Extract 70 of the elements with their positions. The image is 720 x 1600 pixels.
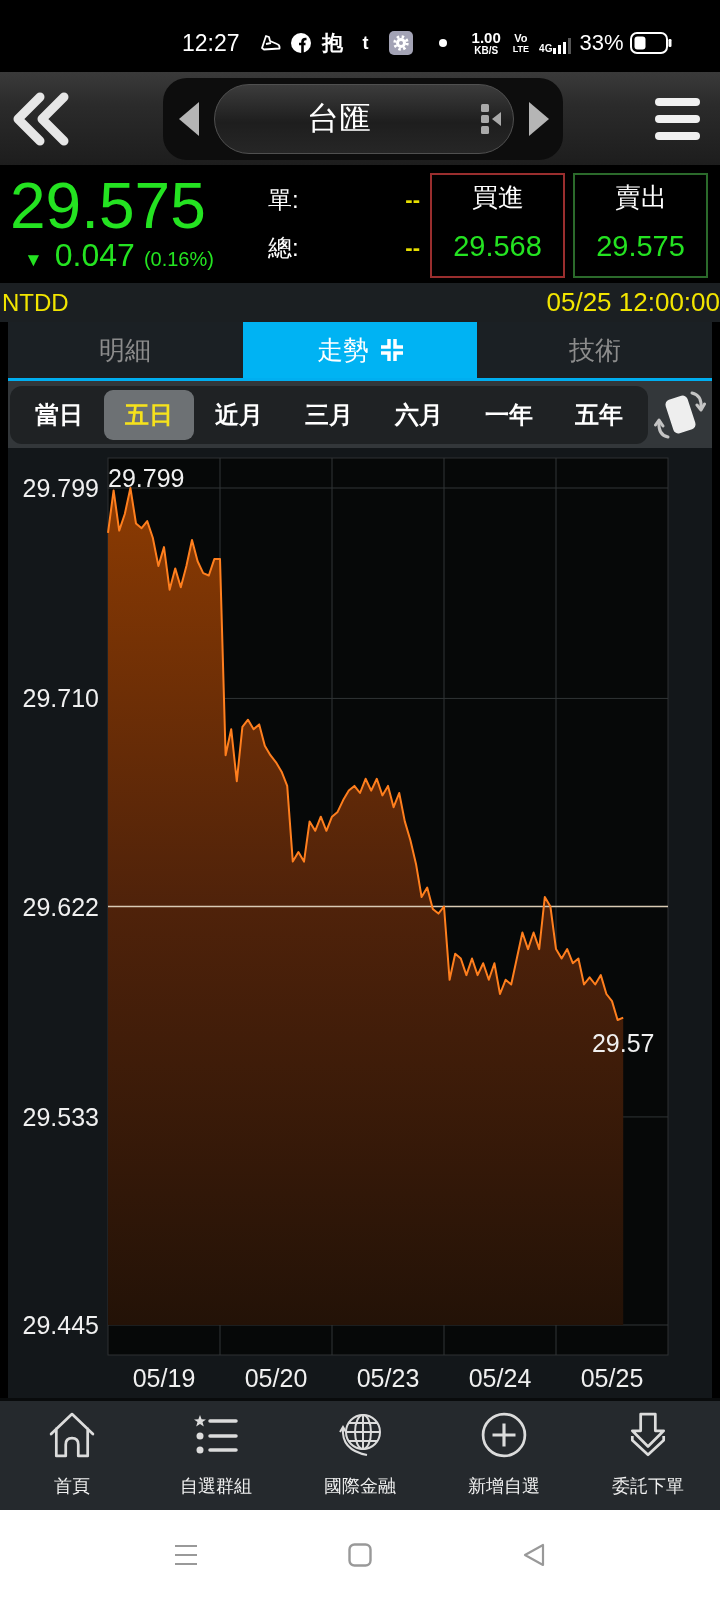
quote-time: 05/25 12:00:00 (546, 287, 720, 318)
rotate-icon[interactable] (654, 389, 706, 440)
x-axis-label: 05/24 (468, 1364, 532, 1392)
x-axis-label: 05/20 (244, 1364, 308, 1392)
menu-icon[interactable] (655, 97, 700, 140)
battery-icon (629, 32, 672, 54)
change-percent: (0.16%) (143, 248, 214, 271)
nav-button[interactable]: 委託下單 (576, 1401, 720, 1510)
recent-apps-icon[interactable] (174, 1543, 198, 1567)
period-tab[interactable]: 三月 (284, 389, 374, 440)
notification-glyph: t (362, 32, 369, 55)
price-label: 29.799 (108, 464, 185, 492)
ask-label: 賣出 (614, 181, 667, 214)
period-tab[interactable]: 六月 (374, 389, 464, 440)
period-tab[interactable]: 近月 (194, 389, 284, 440)
price-change: 0.047 (54, 238, 135, 272)
last-price: 29.575 (10, 174, 206, 238)
list-icon (480, 103, 501, 134)
bid-price: 29.568 (453, 229, 542, 264)
clock-time: 12:27 (182, 29, 240, 57)
signal-icon (553, 38, 572, 54)
stat-value: -- (405, 187, 420, 213)
collapse-icon (381, 339, 403, 361)
battery-percent: 33% (579, 30, 624, 56)
x-axis-label: 05/23 (356, 1364, 420, 1392)
plus-circle-icon (481, 1412, 527, 1458)
house-icon (49, 1412, 95, 1458)
period-tab[interactable]: 一年 (464, 389, 554, 440)
price-label: 29.57 (591, 1028, 655, 1057)
volte-label: Vo (514, 32, 528, 44)
nav-button[interactable]: 國際金融 (288, 1401, 432, 1510)
stat-value: -- (405, 235, 420, 261)
nav-button[interactable]: 自選群組 (144, 1401, 288, 1510)
back-icon[interactable] (522, 1543, 546, 1567)
gear-icon (388, 31, 413, 55)
view-tab[interactable]: 明細 (8, 322, 243, 378)
ask-price: 29.575 (596, 229, 685, 264)
volte-label: LTE (512, 44, 530, 54)
speed-value: 1.00 (471, 30, 501, 45)
symbol-dropdown[interactable]: 台匯 (213, 83, 514, 154)
y-axis-label: 29.710 (22, 684, 99, 713)
y-axis-label: 29.445 (22, 1311, 99, 1339)
stat-label: 總: (268, 233, 299, 263)
home-square-icon[interactable] (348, 1543, 372, 1567)
view-tab[interactable]: 技術 (477, 322, 712, 378)
globe-icon (337, 1412, 383, 1458)
period-tab[interactable]: 五年 (554, 389, 644, 440)
right-triangle-icon[interactable] (528, 101, 549, 136)
period-tab[interactable]: 五日 (104, 389, 194, 440)
notification-glyph: 抱 (321, 31, 343, 55)
y-axis-label: 29.799 (22, 474, 99, 502)
dot-icon (438, 39, 447, 47)
x-axis-label: 05/19 (132, 1364, 196, 1392)
bid-panel[interactable]: 買進 29.568 (430, 173, 565, 278)
symbol-code: NTDD (2, 288, 69, 317)
nav-button[interactable]: 首頁 (0, 1401, 144, 1510)
left-triangle-icon[interactable] (178, 101, 199, 136)
y-axis-label: 29.622 (22, 892, 99, 921)
y-axis-label: 29.533 (22, 1102, 99, 1131)
ask-panel[interactable]: 賣出 29.575 (573, 173, 708, 278)
bid-label: 買進 (471, 181, 524, 214)
speed-unit: KB/S (474, 46, 499, 56)
change-arrow: ▼ (24, 249, 43, 271)
shoe-icon (260, 35, 281, 51)
x-axis-label: 05/25 (580, 1364, 644, 1392)
network-type: 4G (539, 43, 553, 54)
facebook-icon (290, 33, 311, 53)
stat-label: 單: (268, 185, 299, 215)
period-tab[interactable]: 當日 (14, 389, 104, 440)
nav-button[interactable]: 新增自選 (432, 1401, 576, 1510)
